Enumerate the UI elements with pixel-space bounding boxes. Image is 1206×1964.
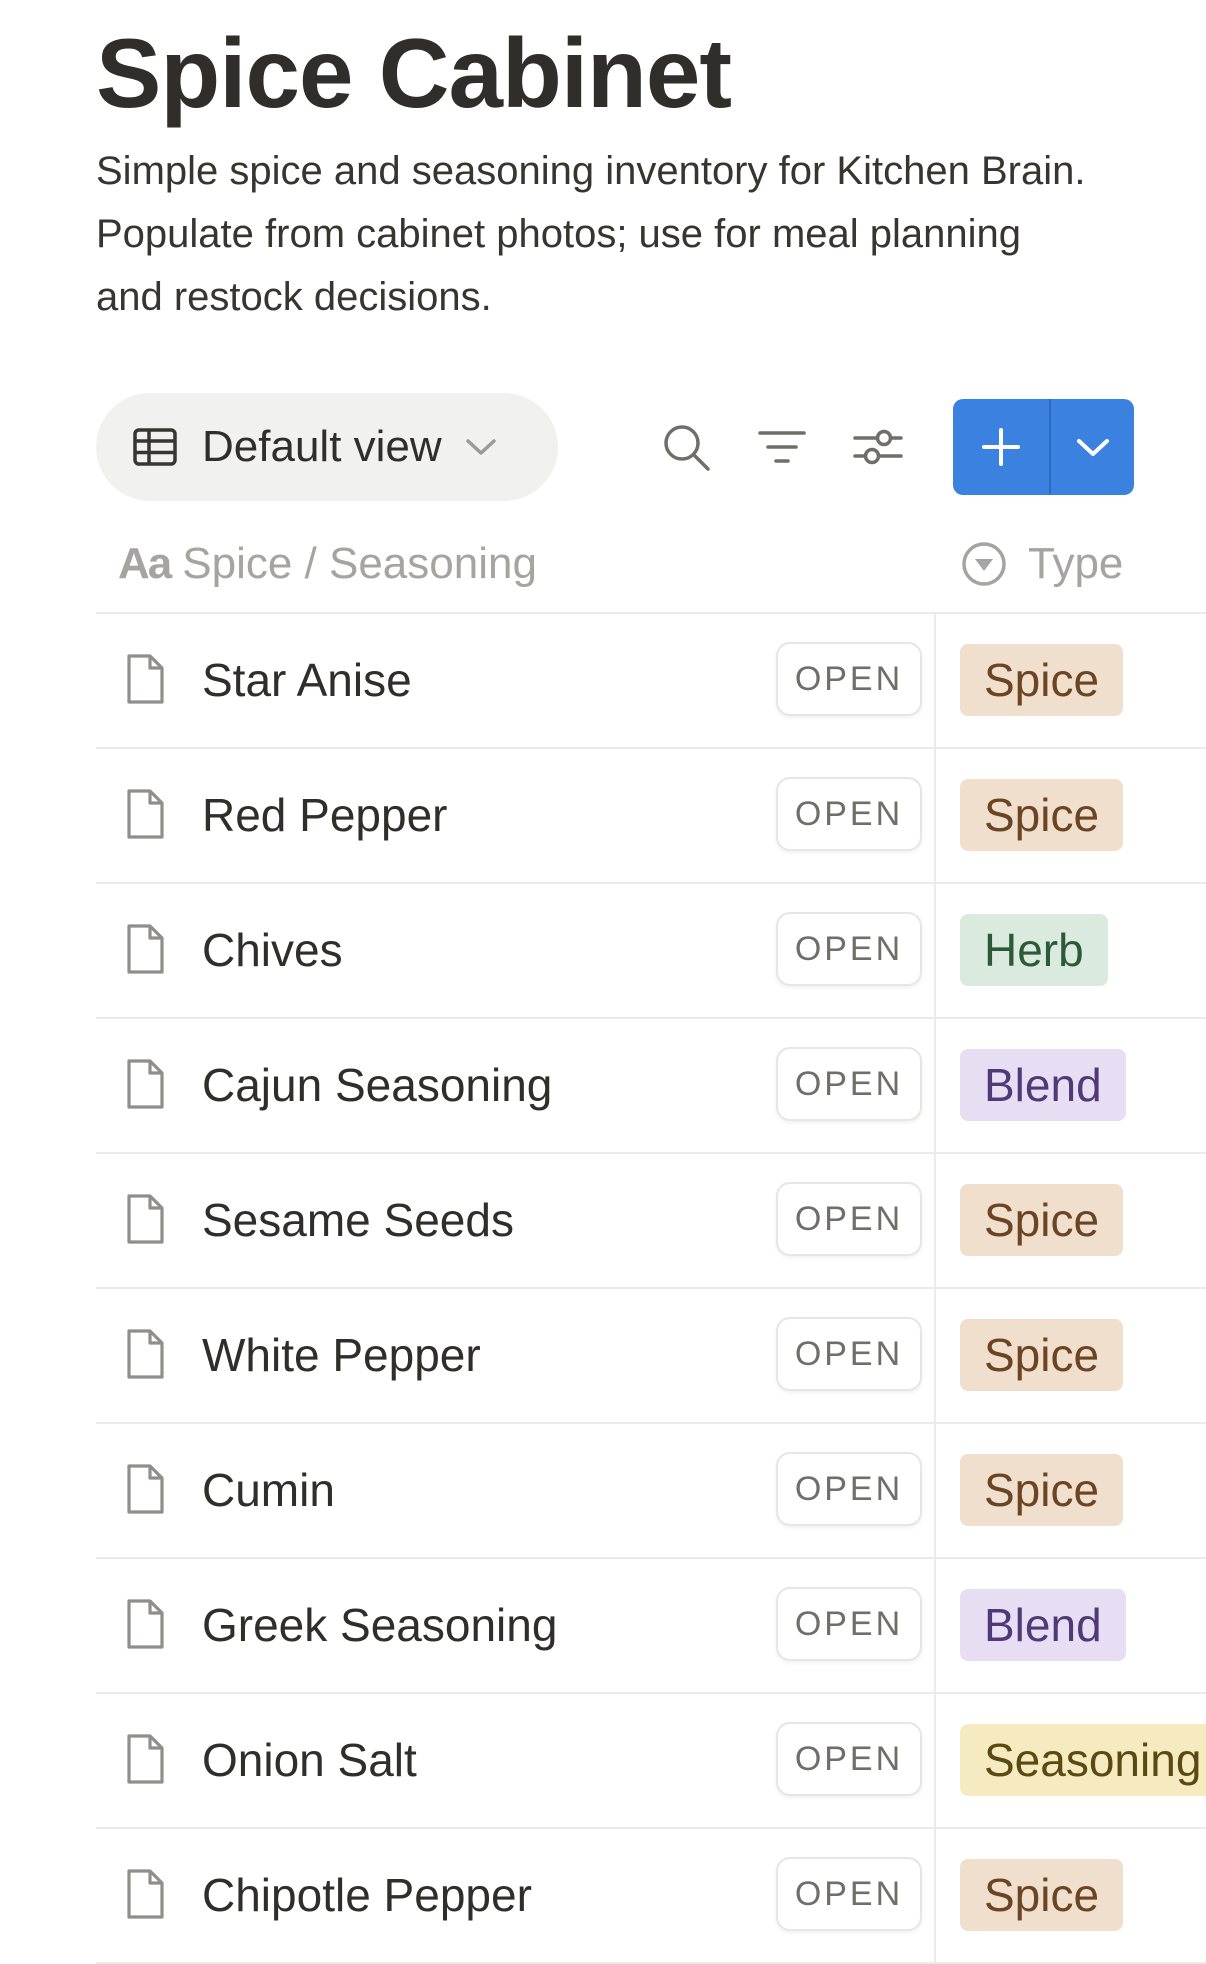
page-icon: [127, 654, 164, 704]
row-title[interactable]: Cajun Seasoning: [202, 1055, 552, 1115]
table-row[interactable]: Chipotle Pepper OPEN Spice: [96, 1829, 1206, 1964]
row-title[interactable]: Chipotle Pepper: [202, 1865, 532, 1925]
chevron-down-icon: [465, 439, 496, 455]
column-divider: [934, 1829, 936, 1962]
row-title[interactable]: Star Anise: [202, 650, 412, 710]
page-icon: [127, 1599, 164, 1649]
table-row[interactable]: Sesame Seeds OPEN Spice: [96, 1154, 1206, 1289]
column-divider: [934, 1559, 936, 1692]
page-icon: [127, 1329, 164, 1379]
type-tag[interactable]: Blend: [960, 1589, 1126, 1661]
row-title[interactable]: Sesame Seeds: [202, 1190, 514, 1250]
page-icon: [127, 1194, 164, 1244]
table-row[interactable]: Greek Seasoning OPEN Blend: [96, 1559, 1206, 1694]
type-tag[interactable]: Spice: [960, 644, 1124, 716]
column-header-name[interactable]: Aa Spice / Seasoning: [118, 534, 537, 594]
column-divider: [934, 749, 936, 882]
page-icon: [127, 1059, 164, 1109]
column-divider: [934, 1289, 936, 1422]
table-row[interactable]: Onion Salt OPEN Seasoning: [96, 1694, 1206, 1829]
type-tag[interactable]: Spice: [960, 779, 1124, 851]
row-title[interactable]: Red Pepper: [202, 785, 448, 845]
chevron-down-icon: [1076, 439, 1109, 456]
open-row-button[interactable]: OPEN: [776, 642, 922, 716]
page-icon: [127, 924, 164, 974]
page-title: Spice Cabinet: [96, 18, 732, 128]
type-tag[interactable]: Spice: [960, 1319, 1124, 1391]
table-row[interactable]: Chives OPEN Herb: [96, 884, 1206, 1019]
page-icon: [127, 1734, 164, 1784]
view-selector[interactable]: Default view: [96, 393, 558, 501]
row-title[interactable]: Cumin: [202, 1460, 335, 1520]
filter-icon[interactable]: [752, 417, 812, 477]
column-divider: [934, 1424, 936, 1557]
column-divider: [934, 1694, 936, 1827]
table-row[interactable]: Red Pepper OPEN Spice: [96, 749, 1206, 884]
table-row[interactable]: Cajun Seasoning OPEN Blend: [96, 1019, 1206, 1154]
view-label: Default view: [202, 422, 442, 471]
table-body: Star Anise OPEN Spice Red Pepper OPEN Spice Ch…: [96, 614, 1206, 1964]
open-row-button[interactable]: OPEN: [776, 912, 922, 986]
page-description: Simple spice and seasoning inventory for…: [96, 149, 1086, 319]
page-icon: [127, 1869, 164, 1919]
plus-icon: [982, 428, 1020, 466]
table-row[interactable]: Star Anise OPEN Spice: [96, 614, 1206, 749]
row-title[interactable]: Chives: [202, 920, 343, 980]
type-tag[interactable]: Spice: [960, 1454, 1124, 1526]
open-row-button[interactable]: OPEN: [776, 1182, 922, 1256]
row-title[interactable]: Greek Seasoning: [202, 1595, 557, 1655]
settings-sliders-icon[interactable]: [848, 417, 908, 477]
row-title[interactable]: Onion Salt: [202, 1730, 417, 1790]
open-row-button[interactable]: OPEN: [776, 1452, 922, 1526]
page-icon: [127, 789, 164, 839]
table-icon: [133, 428, 177, 466]
type-tag[interactable]: Spice: [960, 1859, 1124, 1931]
page-icon: [127, 1464, 164, 1514]
table-row[interactable]: White Pepper OPEN Spice: [96, 1289, 1206, 1424]
search-icon[interactable]: [656, 417, 716, 477]
open-row-button[interactable]: OPEN: [776, 1722, 922, 1796]
open-row-button[interactable]: OPEN: [776, 1587, 922, 1661]
type-tag[interactable]: Herb: [960, 914, 1108, 986]
table-row[interactable]: Cumin OPEN Spice: [96, 1424, 1206, 1559]
open-row-button[interactable]: OPEN: [776, 1857, 922, 1931]
column-divider: [934, 884, 936, 1017]
column-header-type[interactable]: Type: [960, 534, 1123, 594]
type-tag[interactable]: Blend: [960, 1049, 1126, 1121]
row-title[interactable]: White Pepper: [202, 1325, 481, 1385]
column-header-type-label: Type: [1028, 539, 1124, 588]
open-row-button[interactable]: OPEN: [776, 1047, 922, 1121]
type-tag[interactable]: Seasoning: [960, 1724, 1206, 1796]
page: Spice Cabinet Simple spice and seasoning…: [96, 0, 1206, 1964]
column-divider: [934, 1154, 936, 1287]
new-record-dropdown-button[interactable]: [1051, 399, 1134, 495]
new-record-button-group: [953, 399, 1134, 495]
open-row-button[interactable]: OPEN: [776, 1317, 922, 1391]
table-header: Aa Spice / Seasoning Type: [96, 520, 1206, 614]
type-tag[interactable]: Spice: [960, 1184, 1124, 1256]
new-record-button[interactable]: [953, 399, 1051, 495]
select-property-icon: [962, 542, 1006, 586]
text-property-icon: Aa: [118, 539, 172, 588]
column-divider: [934, 1019, 936, 1152]
column-divider: [934, 614, 936, 747]
open-row-button[interactable]: OPEN: [776, 777, 922, 851]
database-toolbar: Default view: [96, 393, 1136, 501]
column-header-name-label: Spice / Seasoning: [182, 539, 537, 588]
